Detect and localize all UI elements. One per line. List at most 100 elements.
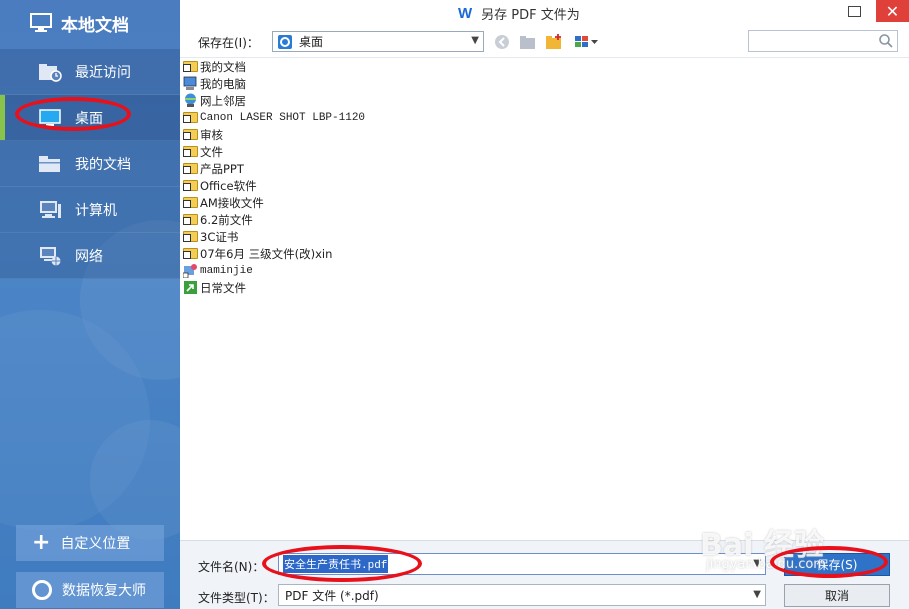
- sidebar-item-computer[interactable]: 计算机: [0, 187, 180, 233]
- list-item[interactable]: 产品PPT: [180, 160, 909, 177]
- save-in-row: 保存在(I)： 桌面 ▼: [180, 28, 909, 56]
- file-name: 审核: [200, 127, 223, 142]
- data-recovery-button[interactable]: 数据恢复大师: [16, 572, 164, 608]
- chevron-down-icon: ▼: [471, 35, 479, 46]
- list-item[interactable]: 07年6月 三级文件(改)xin: [180, 245, 909, 262]
- search-input[interactable]: [748, 30, 898, 52]
- list-item[interactable]: 3C证书: [180, 228, 909, 245]
- custom-location-button[interactable]: + 自定义位置: [16, 525, 164, 561]
- close-icon: ✕: [885, 1, 900, 21]
- folder-icon: [38, 154, 62, 174]
- my-computer-icon: [182, 76, 198, 91]
- list-item[interactable]: maminjie: [180, 262, 909, 279]
- list-item[interactable]: 文件: [180, 143, 909, 160]
- network-places-icon: [182, 93, 198, 108]
- sidebar-item-my-documents[interactable]: 我的文档: [0, 141, 180, 187]
- sidebar-item-label: 最近访问: [75, 64, 131, 81]
- recent-folder-icon: [38, 62, 62, 82]
- chevron-down-icon: ▼: [753, 558, 761, 569]
- list-item[interactable]: Office软件: [180, 177, 909, 194]
- file-name: 3C证书: [200, 229, 239, 244]
- monitor-icon: [30, 13, 52, 32]
- save-in-value: 桌面: [299, 35, 324, 49]
- list-item[interactable]: 6.2前文件: [180, 211, 909, 228]
- file-name: 网上邻居: [200, 93, 246, 108]
- sidebar-item-network[interactable]: 网络: [0, 233, 180, 279]
- file-name: Office软件: [200, 178, 257, 193]
- save-form: 文件名(N)： 安全生产责任书.pdf ▼ 文件类型(T)： PDF 文件 (*…: [180, 540, 909, 609]
- file-list: 我的文档 我的电脑 网上邻居 Canon LASER SHOT LBP-1120…: [180, 57, 909, 540]
- file-name: Canon LASER SHOT LBP-1120: [200, 111, 366, 124]
- file-name: maminjie: [200, 264, 253, 277]
- list-item[interactable]: AM接收文件: [180, 194, 909, 211]
- file-name: AM接收文件: [200, 195, 264, 210]
- shortcut-folder-icon: [182, 246, 198, 261]
- filetype-value: PDF 文件 (*.pdf): [285, 588, 379, 603]
- sidebar-item-label: 桌面: [75, 110, 103, 127]
- sidebar-item-label: 我的文档: [75, 156, 131, 173]
- recovery-icon: [32, 580, 52, 600]
- list-item[interactable]: 网上邻居: [180, 92, 909, 109]
- sidebar-header: 本地文档: [0, 0, 180, 46]
- filename-value: 安全生产责任书.pdf: [283, 555, 389, 573]
- new-folder-icon: [546, 34, 561, 49]
- back-button[interactable]: [493, 33, 511, 51]
- custom-location-label: 自定义位置: [60, 536, 131, 552]
- file-name: 我的文档: [200, 59, 246, 74]
- file-name: 07年6月 三级文件(改)xin: [200, 246, 333, 261]
- file-name: 产品PPT: [200, 161, 244, 176]
- list-item[interactable]: 审核: [180, 126, 909, 143]
- grid-view-icon: [575, 36, 598, 47]
- list-item[interactable]: 我的文档: [180, 58, 909, 75]
- shortcut-folder-icon: [182, 127, 198, 142]
- sidebar: 本地文档 最近访问 桌面 我的文档 计算机 网络 + 自定义位置 数据恢复大师: [0, 0, 180, 609]
- close-button[interactable]: ✕: [876, 0, 909, 22]
- green-shortcut-icon: [182, 280, 198, 295]
- up-folder-icon: [520, 36, 535, 49]
- shortcut-folder-icon: [182, 144, 198, 159]
- shortcut-folder-icon: [182, 178, 198, 193]
- sidebar-item-desktop[interactable]: 桌面: [0, 95, 180, 141]
- list-item[interactable]: 日常文件: [180, 279, 909, 296]
- cancel-button[interactable]: 取消: [784, 584, 890, 607]
- shortcut-folder-icon: [182, 161, 198, 176]
- dialog-title: W 另存 PDF 文件为: [458, 4, 580, 23]
- maximize-icon: [847, 5, 861, 17]
- computer-icon: [38, 200, 62, 220]
- network-icon: [38, 246, 62, 266]
- documents-folder-icon: [182, 59, 198, 74]
- new-folder-button[interactable]: [545, 33, 563, 51]
- shortcut-folder-icon: [182, 229, 198, 244]
- search-icon: [878, 33, 894, 52]
- maximize-button[interactable]: [840, 0, 868, 22]
- shortcut-folder-icon: [182, 110, 198, 125]
- save-in-label: 保存在(I)：: [198, 36, 259, 50]
- wps-logo-icon: W: [458, 5, 473, 22]
- save-in-dropdown[interactable]: 桌面 ▼: [272, 31, 484, 52]
- sidebar-item-recent[interactable]: 最近访问: [0, 49, 180, 95]
- filename-label: 文件名(N)：: [198, 560, 265, 574]
- back-arrow-icon: [495, 35, 509, 49]
- plus-icon: +: [32, 530, 51, 555]
- view-menu-button[interactable]: [573, 33, 601, 51]
- up-folder-button[interactable]: [519, 33, 537, 51]
- sidebar-title: 本地文档: [61, 15, 129, 36]
- file-name: 文件: [200, 144, 223, 159]
- filename-input[interactable]: 安全生产责任书.pdf ▼: [278, 553, 766, 575]
- file-name: 我的电脑: [200, 76, 246, 91]
- save-button[interactable]: 保存(S): [784, 553, 890, 576]
- filetype-label: 文件类型(T)：: [198, 591, 275, 605]
- title-bar: W 另存 PDF 文件为 ✕: [180, 0, 909, 26]
- filetype-select[interactable]: PDF 文件 (*.pdf) ▼: [278, 584, 766, 606]
- list-item[interactable]: Canon LASER SHOT LBP-1120: [180, 109, 909, 126]
- sidebar-item-label: 计算机: [75, 202, 117, 219]
- list-item[interactable]: 我的电脑: [180, 75, 909, 92]
- dialog-title-text: 另存 PDF 文件为: [481, 8, 580, 23]
- data-recovery-label: 数据恢复大师: [62, 583, 146, 599]
- desktop-location-icon: [278, 34, 292, 49]
- desktop-icon: [38, 108, 62, 128]
- shortcut-folder-icon: [182, 195, 198, 210]
- sidebar-item-label: 网络: [75, 248, 103, 265]
- file-name: 日常文件: [200, 280, 246, 295]
- sidebar-nav: 最近访问 桌面 我的文档 计算机 网络: [0, 49, 180, 279]
